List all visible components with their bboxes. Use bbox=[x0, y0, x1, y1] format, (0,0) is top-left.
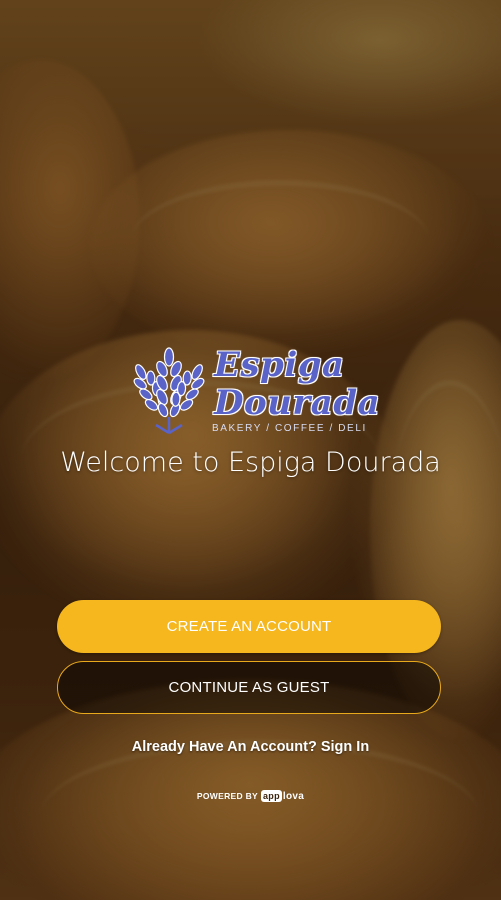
brand-name-line1: Espiga bbox=[214, 345, 345, 385]
sign-in-link[interactable]: Already Have An Account? Sign In bbox=[0, 739, 501, 755]
welcome-heading: Welcome to Espiga Dourada bbox=[60, 447, 441, 478]
brand-tagline: BAKERY / COFFEE / DELI bbox=[212, 423, 367, 434]
continue-as-guest-button[interactable]: CONTINUE AS GUEST bbox=[57, 661, 441, 714]
brand-name-line2: Dourada bbox=[214, 383, 381, 423]
powered-by-footer: POWERED BY app lova bbox=[0, 790, 501, 802]
wheat-icon bbox=[133, 347, 205, 435]
brand-logo: Espiga Dourada BAKERY / COFFEE / DELI bbox=[126, 343, 380, 438]
applova-logo: app lova bbox=[260, 790, 305, 802]
applova-logo-text: lova bbox=[282, 790, 305, 802]
powered-by-label: POWERED BY bbox=[196, 791, 258, 801]
applova-logo-box: app bbox=[260, 790, 282, 802]
create-account-button[interactable]: CREATE AN ACCOUNT bbox=[57, 600, 441, 653]
